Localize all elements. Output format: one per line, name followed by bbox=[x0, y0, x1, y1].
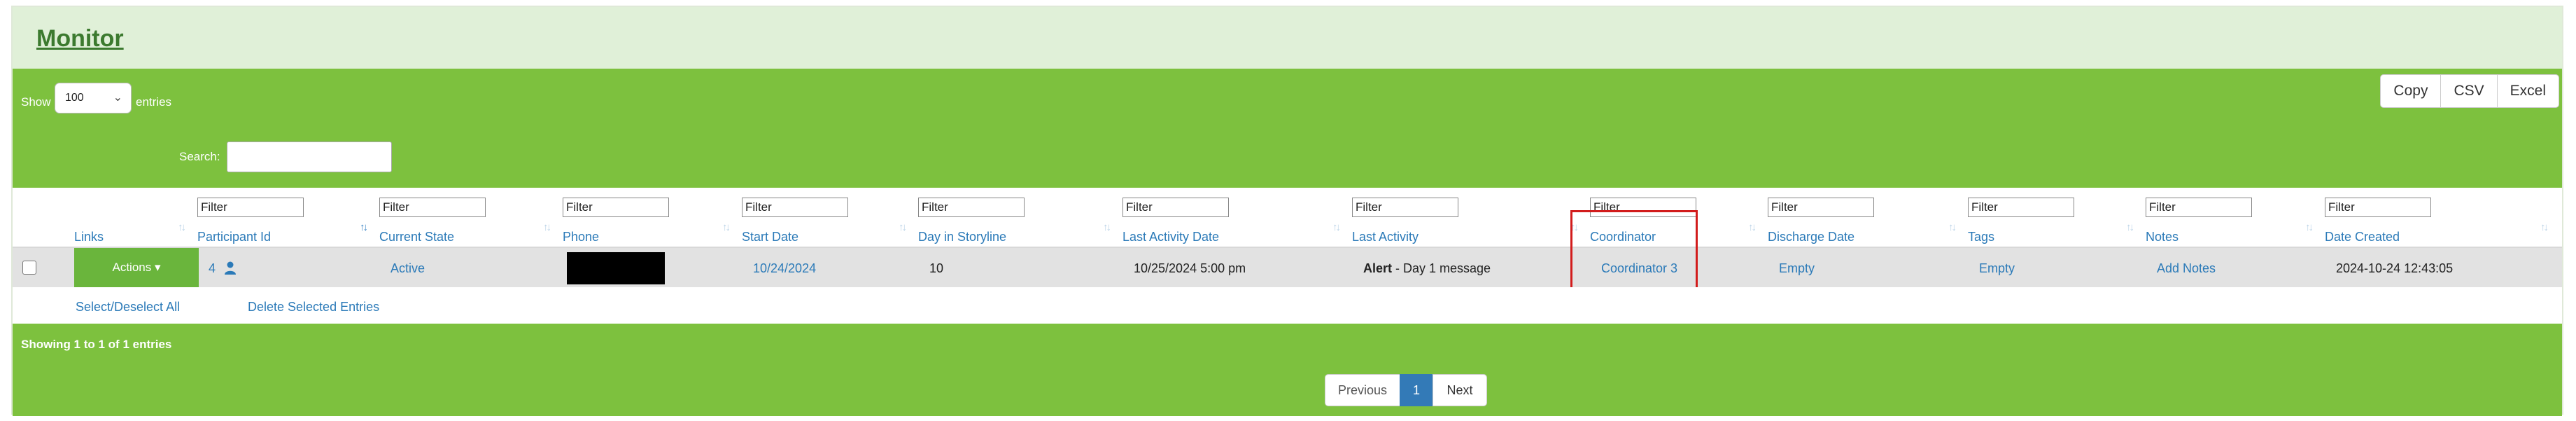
sort-icon[interactable]: ↑↓ bbox=[1748, 221, 1757, 233]
filter-start-date[interactable] bbox=[742, 198, 848, 217]
filter-tags[interactable] bbox=[1968, 198, 2074, 217]
search-input[interactable] bbox=[227, 142, 392, 172]
entries-per-page-value: 100 bbox=[65, 92, 84, 104]
column-header-date-created[interactable]: Date Created bbox=[2325, 230, 2400, 244]
day-in-storyline-value: 10 bbox=[929, 261, 944, 275]
sort-icon[interactable]: ↑↓ bbox=[2305, 221, 2314, 233]
actions-dropdown-button[interactable]: Actions ▾ bbox=[74, 248, 199, 287]
monitor-panel: Monitor Show 100 ⌄ entries Search: Copy … bbox=[11, 6, 2563, 416]
search-label: Search: bbox=[179, 150, 220, 163]
sort-icon[interactable]: ↑↓ bbox=[722, 221, 731, 233]
column-header-tags[interactable]: Tags bbox=[1968, 230, 1994, 244]
filter-day-in-storyline[interactable] bbox=[918, 198, 1025, 217]
column-header-discharge-date[interactable]: Discharge Date bbox=[1768, 230, 1854, 244]
show-label: Show bbox=[21, 95, 51, 109]
column-filter-row bbox=[13, 188, 2562, 217]
csv-button[interactable]: CSV bbox=[2440, 74, 2498, 108]
sort-icon[interactable]: ↑↓ bbox=[1948, 221, 1957, 233]
filter-notes[interactable] bbox=[2146, 198, 2252, 217]
sort-icon[interactable]: ↑↓ bbox=[2540, 221, 2549, 233]
sort-ascending-icon[interactable]: ↑↓ bbox=[360, 221, 368, 233]
table-header-row: Links ↑↓ Participant Id ↑↓ Current State… bbox=[13, 217, 2562, 248]
column-header-start-date[interactable]: Start Date bbox=[742, 230, 798, 244]
page-title[interactable]: Monitor bbox=[36, 25, 124, 53]
filter-last-activity[interactable] bbox=[1352, 198, 1458, 217]
column-header-last-activity-date[interactable]: Last Activity Date bbox=[1122, 230, 1219, 244]
sort-icon[interactable]: ↑↓ bbox=[1103, 221, 1111, 233]
excel-button[interactable]: Excel bbox=[2496, 74, 2559, 108]
pagination: Previous 1 Next bbox=[1325, 374, 1487, 406]
sort-icon[interactable]: ↑↓ bbox=[1332, 221, 1341, 233]
sort-icon[interactable]: ↑↓ bbox=[899, 221, 907, 233]
current-state-link[interactable]: Active bbox=[390, 261, 425, 276]
table-toolbar: Show 100 ⌄ entries Search: Copy CSV Exce… bbox=[13, 69, 2562, 188]
user-icon[interactable] bbox=[224, 261, 237, 275]
delete-selected-entries-link[interactable]: Delete Selected Entries bbox=[248, 300, 379, 315]
last-activity-value: Alert - Day 1 message bbox=[1363, 261, 1491, 276]
sort-icon[interactable]: ↑↓ bbox=[543, 221, 551, 233]
filter-last-activity-date[interactable] bbox=[1122, 198, 1229, 217]
tags-link[interactable]: Empty bbox=[1979, 261, 2015, 276]
column-header-phone[interactable]: Phone bbox=[563, 230, 599, 244]
table-info: Showing 1 to 1 of 1 entries bbox=[21, 338, 172, 351]
column-header-current-state[interactable]: Current State bbox=[379, 230, 454, 244]
last-activity-date-value: 10/25/2024 5:00 pm bbox=[1134, 261, 1246, 275]
filter-discharge-date[interactable] bbox=[1768, 198, 1874, 217]
column-header-day-in-storyline[interactable]: Day in Storyline bbox=[918, 230, 1006, 244]
filter-current-state[interactable] bbox=[379, 198, 486, 217]
last-activity-message: - Day 1 message bbox=[1392, 261, 1491, 275]
chevron-down-icon: ⌄ bbox=[113, 92, 122, 104]
alert-label: Alert bbox=[1363, 261, 1393, 275]
date-created-value: 2024-10-24 12:43:05 bbox=[2336, 261, 2454, 275]
coordinator-highlight-box bbox=[1570, 210, 1698, 291]
entries-label: entries bbox=[136, 95, 172, 109]
row-select-checkbox[interactable] bbox=[22, 261, 36, 275]
entries-per-page-select[interactable]: 100 ⌄ bbox=[55, 83, 132, 113]
bulk-actions-row: Select/Deselect All Delete Selected Entr… bbox=[13, 287, 2562, 324]
export-buttons: Copy CSV Excel bbox=[2380, 74, 2559, 108]
next-page-button[interactable]: Next bbox=[1433, 374, 1487, 406]
page-1-button[interactable]: 1 bbox=[1400, 374, 1433, 406]
add-notes-link[interactable]: Add Notes bbox=[2157, 261, 2216, 276]
column-header-participant-id[interactable]: Participant Id bbox=[197, 230, 271, 244]
copy-button[interactable]: Copy bbox=[2380, 74, 2442, 108]
sort-icon[interactable]: ↑↓ bbox=[2126, 221, 2134, 233]
column-header-last-activity[interactable]: Last Activity bbox=[1352, 230, 1419, 244]
start-date-link[interactable]: 10/24/2024 bbox=[753, 261, 816, 276]
previous-page-button[interactable]: Previous bbox=[1325, 374, 1400, 406]
panel-header: Monitor bbox=[13, 7, 2562, 69]
table-row: Actions ▾ 4 Active 10/24/2024 10 10/25/2… bbox=[13, 248, 2562, 287]
table-footer: Showing 1 to 1 of 1 entries Previous 1 N… bbox=[13, 324, 2562, 416]
column-header-notes[interactable]: Notes bbox=[2146, 230, 2179, 244]
filter-phone[interactable] bbox=[563, 198, 669, 217]
sort-icon[interactable]: ↑↓ bbox=[178, 221, 186, 233]
phone-redacted bbox=[567, 252, 665, 284]
discharge-date-link[interactable]: Empty bbox=[1779, 261, 1815, 276]
column-header-links: Links bbox=[74, 230, 104, 244]
participant-id-link[interactable]: 4 bbox=[209, 261, 216, 276]
select-deselect-all-link[interactable]: Select/Deselect All bbox=[76, 300, 180, 315]
filter-participant-id[interactable] bbox=[197, 198, 304, 217]
filter-date-created[interactable] bbox=[2325, 198, 2431, 217]
